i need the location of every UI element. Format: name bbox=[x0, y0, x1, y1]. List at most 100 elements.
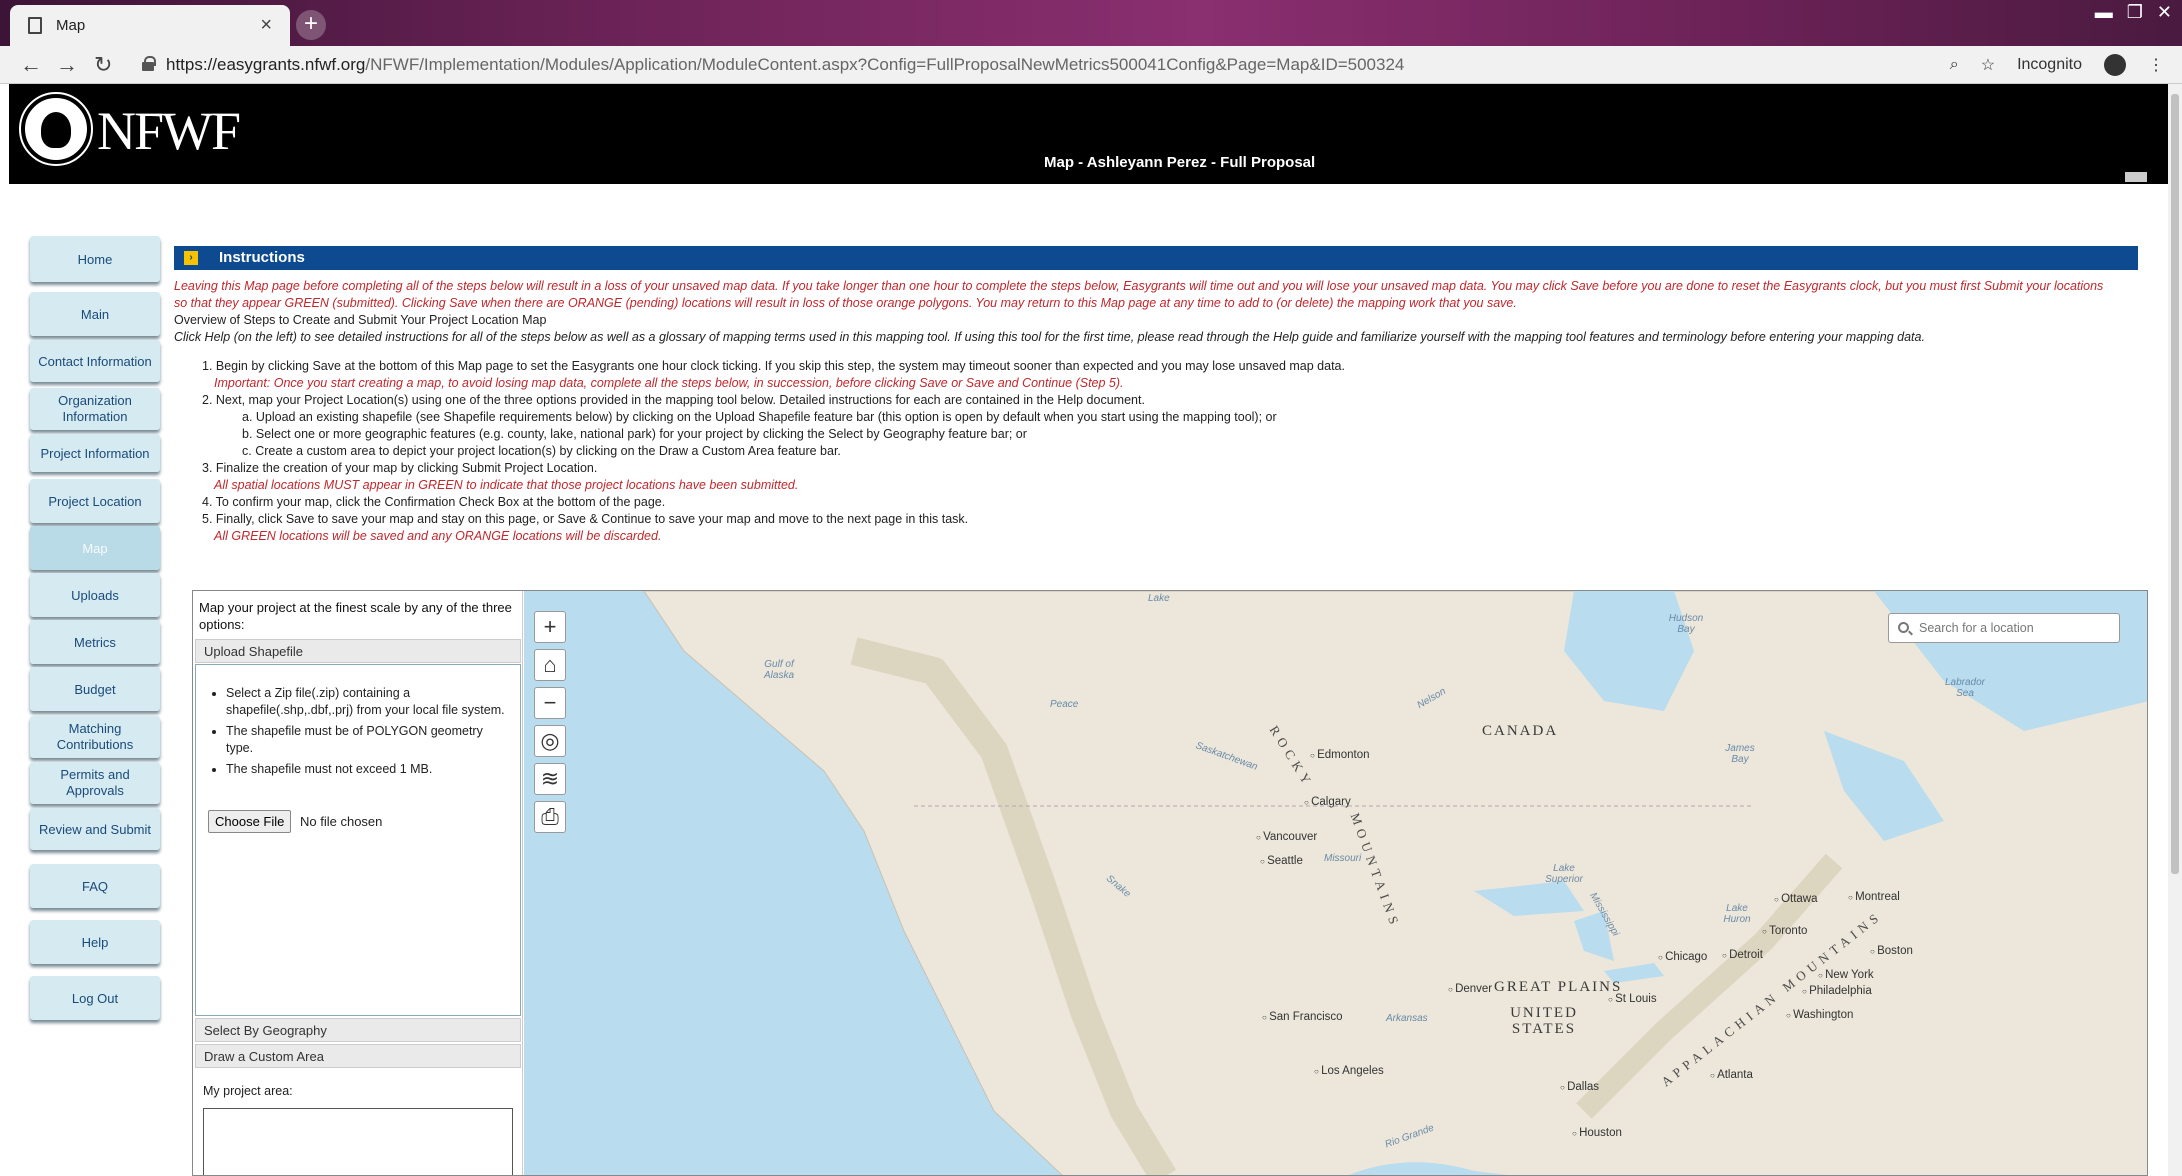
no-file-label: No file chosen bbox=[300, 814, 383, 829]
page-scrollbar[interactable] bbox=[2168, 84, 2182, 1176]
map-search-input[interactable]: Search for a location bbox=[1888, 613, 2120, 643]
layers-icon[interactable]: ≋ bbox=[534, 763, 566, 795]
address-bar: ← → ↻ https://easygrants.nfwf.org/NFWF/I… bbox=[0, 46, 2182, 84]
draw-custom-area-bar[interactable]: Draw a Custom Area bbox=[195, 1044, 521, 1068]
sidebar-item-home[interactable]: Home bbox=[30, 236, 160, 282]
sidebar-item-faq[interactable]: FAQ bbox=[30, 864, 160, 908]
map-toolbar: + ⌂ − ◎ ≋ ⎙ bbox=[534, 611, 566, 833]
locate-icon[interactable]: ◎ bbox=[534, 725, 566, 757]
map-city-chicago: Chicago bbox=[1658, 951, 1707, 963]
overview-heading: Overview of Steps to Create and Submit Y… bbox=[174, 313, 547, 327]
instructions-header[interactable]: › Instructions bbox=[174, 246, 2138, 270]
print-icon[interactable]: ⎙ bbox=[534, 801, 566, 833]
map-label-arkansas: Arkansas bbox=[1386, 1013, 1428, 1024]
step-2: 2. Next, map your Project Location(s) us… bbox=[202, 393, 1145, 407]
map-city-calgary: Calgary bbox=[1304, 796, 1351, 808]
project-area-label: My project area: bbox=[203, 1084, 293, 1098]
incognito-icon bbox=[2104, 54, 2126, 76]
upload-shapefile-panel: Select a Zip file(.zip) containing a sha… bbox=[195, 664, 521, 1016]
map-city-san-francisco: San Francisco bbox=[1262, 1011, 1343, 1023]
sidebar-item-contact-information[interactable]: Contact Information bbox=[30, 340, 160, 382]
help-note: Click Help (on the left) to see detailed… bbox=[174, 330, 1925, 344]
map-city-vancouver: Vancouver bbox=[1256, 831, 1317, 843]
back-arrow-icon[interactable]: ← bbox=[20, 52, 42, 78]
map-city-edmonton: Edmonton bbox=[1310, 749, 1369, 761]
map-label-lake-huron: Lake Huron bbox=[1723, 903, 1751, 925]
map-label-great-plains: GREAT PLAINS bbox=[1494, 979, 1623, 995]
step-2a: a. Upload an existing shapefile (see Sha… bbox=[242, 410, 1277, 424]
map-city-montreal: Montreal bbox=[1848, 891, 1900, 903]
scrollbar-thumb[interactable] bbox=[2171, 94, 2179, 874]
tab-title: Map bbox=[56, 17, 86, 34]
step-5-note: All GREEN locations will be saved and an… bbox=[214, 529, 662, 543]
sidebar-item-map[interactable]: Map bbox=[30, 526, 160, 570]
upload-shapefile-bar[interactable]: Upload Shapefile bbox=[195, 639, 521, 663]
map-city-toronto: Toronto bbox=[1762, 925, 1807, 937]
browser-tab[interactable]: Map × bbox=[10, 5, 290, 46]
header-small-icon bbox=[2125, 172, 2147, 182]
tab-close-icon[interactable]: × bbox=[260, 14, 272, 37]
url-host: https://easygrants.nfwf.org bbox=[166, 55, 366, 74]
map-canvas[interactable]: + ⌂ − ◎ ≋ ⎙ Search for a location Lake H… bbox=[524, 591, 2147, 1175]
map-label-missouri: Missouri bbox=[1324, 853, 1362, 864]
bookmark-star-icon[interactable]: ☆ bbox=[1981, 55, 1995, 75]
map-city-new-york: New York bbox=[1818, 969, 1874, 981]
url-field[interactable]: https://easygrants.nfwf.org/NFWF/Impleme… bbox=[166, 55, 1404, 75]
map-label-gulf-of-alaska: Gulf of Alaska bbox=[763, 659, 794, 681]
map-city-washington: Washington bbox=[1786, 1009, 1853, 1021]
map-city-st-louis: St Louis bbox=[1608, 993, 1657, 1005]
zoom-out-icon[interactable]: − bbox=[534, 687, 566, 719]
nfwf-seal-logo bbox=[19, 92, 93, 166]
browser-tab-strip: Map × + ▬ ❐ ✕ bbox=[0, 0, 2182, 46]
lock-icon[interactable] bbox=[142, 56, 156, 71]
zoom-icon[interactable]: ⌕ bbox=[1950, 56, 1959, 74]
home-icon[interactable]: ⌂ bbox=[534, 649, 566, 681]
map-label-canada: CANADA bbox=[1482, 723, 1559, 739]
search-icon bbox=[1898, 622, 1909, 633]
site-header: NFWF Map - Ashleyann Perez - Full Propos… bbox=[9, 84, 2169, 184]
document-icon bbox=[28, 17, 42, 34]
sidebar-item-budget[interactable]: Budget bbox=[30, 667, 160, 711]
map-label-hudson-bay: Hudson Bay bbox=[1668, 613, 1704, 635]
sidebar-item-main[interactable]: Main bbox=[30, 292, 160, 336]
sidebar-item-project-location[interactable]: Project Location bbox=[30, 479, 160, 523]
sidebar-item-matching-contributions[interactable]: Matching Contributions bbox=[30, 716, 160, 758]
select-by-geography-bar[interactable]: Select By Geography bbox=[195, 1018, 521, 1042]
sidebar-item-organization-information[interactable]: Organization Information bbox=[30, 388, 160, 430]
window-close-icon[interactable]: ✕ bbox=[2157, 2, 2172, 23]
choose-file-button[interactable]: Choose File bbox=[208, 810, 292, 833]
instructions-heading: Instructions bbox=[219, 249, 305, 266]
project-area-textbox[interactable] bbox=[203, 1108, 513, 1175]
nfwf-logo-text: NFWF bbox=[97, 101, 241, 161]
forward-arrow-icon[interactable]: → bbox=[56, 52, 78, 78]
sidebar-item-permits-and-approvals[interactable]: Permits and Approvals bbox=[30, 762, 160, 804]
map-city-denver: Denver bbox=[1448, 983, 1492, 995]
requirement-item: Select a Zip file(.zip) containing a sha… bbox=[226, 685, 506, 719]
map-label-james-bay: James Bay bbox=[1725, 743, 1755, 765]
map-label-lake-superior: Lake Superior bbox=[1545, 863, 1583, 885]
minimize-icon[interactable]: ▬ bbox=[2095, 2, 2113, 23]
expand-chevron-icon[interactable]: › bbox=[184, 251, 198, 265]
map-widget: Map your project at the finest scale by … bbox=[192, 590, 2148, 1176]
restore-icon[interactable]: ❐ bbox=[2127, 2, 2143, 23]
reload-icon[interactable]: ↻ bbox=[94, 52, 112, 78]
step-2c: c. Create a custom area to depict your p… bbox=[242, 444, 841, 458]
incognito-label[interactable]: Incognito bbox=[2017, 56, 2082, 74]
sidebar-item-uploads[interactable]: Uploads bbox=[30, 573, 160, 617]
map-city-los-angeles: Los Angeles bbox=[1314, 1065, 1384, 1077]
sidebar-item-project-information[interactable]: Project Information bbox=[30, 434, 160, 472]
page-heading: Map - Ashleyann Perez - Full Proposal bbox=[1044, 154, 1316, 171]
map-city-dallas: Dallas bbox=[1560, 1081, 1599, 1093]
sidebar-item-log-out[interactable]: Log Out bbox=[30, 976, 160, 1020]
window-controls: ▬ ❐ ✕ bbox=[2095, 2, 2172, 23]
browser-menu-icon[interactable]: ⋮ bbox=[2148, 55, 2164, 75]
warning-text-line-1: Leaving this Map page before completing … bbox=[174, 279, 2104, 293]
step-3: 3. Finalize the creation of your map by … bbox=[202, 461, 598, 475]
sidebar-item-help[interactable]: Help bbox=[30, 920, 160, 964]
sidebar-item-metrics[interactable]: Metrics bbox=[30, 620, 160, 664]
zoom-in-icon[interactable]: + bbox=[534, 611, 566, 643]
map-city-ottawa: Ottawa bbox=[1774, 893, 1817, 905]
new-tab-button[interactable]: + bbox=[296, 10, 326, 40]
sidebar-item-review-and-submit[interactable]: Review and Submit bbox=[30, 808, 160, 850]
map-city-philadelphia: Philadelphia bbox=[1802, 985, 1872, 997]
